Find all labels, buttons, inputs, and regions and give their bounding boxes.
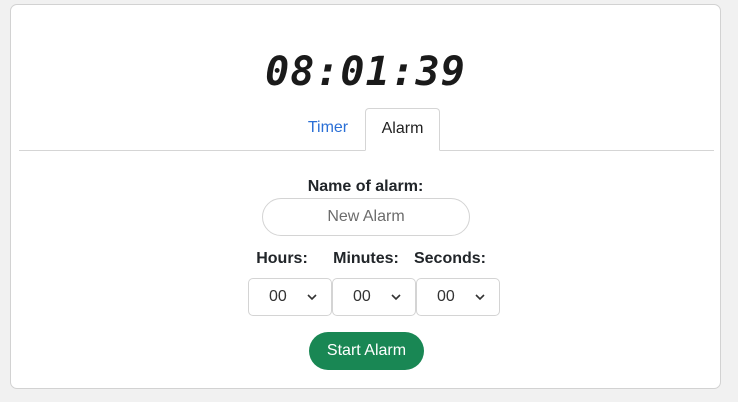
seconds-label: Seconds: <box>413 250 486 267</box>
hours-select[interactable]: 00 <box>248 278 332 316</box>
hours-label: Hours: <box>256 250 308 267</box>
digital-clock: 08:01:39 <box>265 49 466 95</box>
alarm-name-input[interactable] <box>262 198 470 236</box>
seconds-value: 00 <box>437 288 455 305</box>
chevron-down-icon <box>307 294 317 301</box>
start-alarm-button[interactable]: Start Alarm <box>309 332 424 370</box>
chevron-down-icon <box>391 294 401 301</box>
tab-alarm[interactable]: Alarm <box>365 108 440 151</box>
seconds-select[interactable]: 00 <box>416 278 500 316</box>
chevron-down-icon <box>475 294 485 301</box>
hours-value: 00 <box>269 288 287 305</box>
tab-timer[interactable]: Timer <box>287 108 369 150</box>
alarm-name-label: Name of alarm: <box>307 178 424 195</box>
alarm-card: 08:01:39 Timer Alarm Name of alarm: Hour… <box>10 4 721 389</box>
minutes-select[interactable]: 00 <box>332 278 416 316</box>
minutes-value: 00 <box>353 288 371 305</box>
minutes-label: Minutes: <box>333 250 399 267</box>
tab-bar: Timer Alarm <box>19 108 714 151</box>
